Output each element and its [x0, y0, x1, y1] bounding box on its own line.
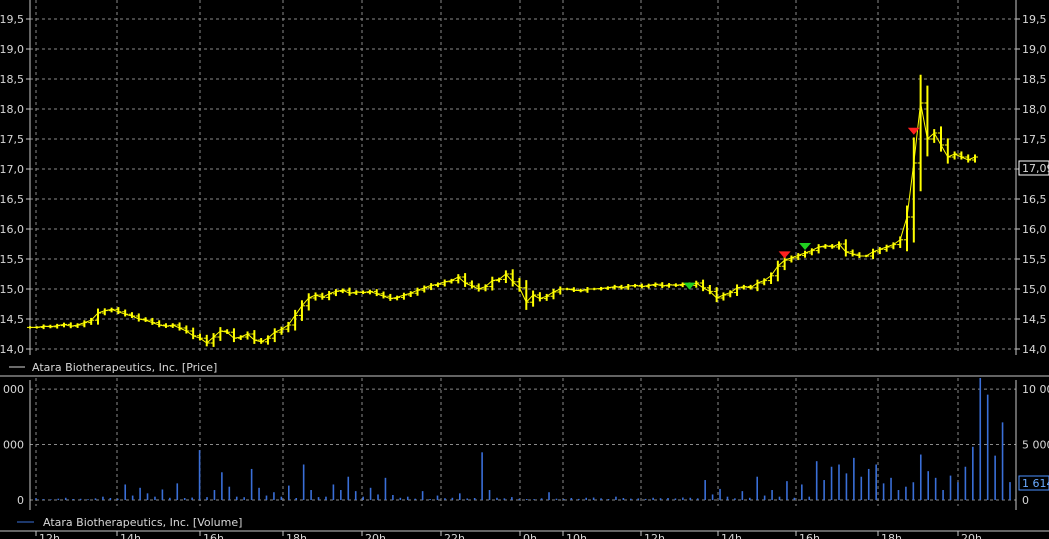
- price-tick-label-right: 14,0: [1022, 343, 1047, 356]
- price-legend: Atara Biotherapeutics, Inc. [Price]: [9, 361, 217, 374]
- x-tick-label: 20h: [365, 532, 386, 539]
- price-tick-label-right: 16,5: [1022, 193, 1047, 206]
- volume-tick-label-left: 5 000: [0, 439, 24, 452]
- price-tick-label-left: 17,5: [0, 133, 24, 146]
- price-last-value: 17,09: [1018, 160, 1049, 176]
- price-grid: [29, 0, 1017, 355]
- x-tick-label: 12h: [39, 532, 60, 539]
- x-tick-label: 0h: [523, 532, 537, 539]
- price-tick-label-right: 19,5: [1022, 13, 1047, 26]
- price-tick-label-left: 14,0: [0, 343, 24, 356]
- x-tick-label: 10h: [566, 532, 587, 539]
- x-tick-label: 18h: [286, 532, 307, 539]
- chart-canvas: 14,0 14,0 14,5 14,5 15,0 15,0 15,5 15,5 16,0 16,0…: [0, 0, 1049, 539]
- volume-last-value: 1 614: [1018, 475, 1049, 491]
- price-tick-label-left: 16,5: [0, 193, 24, 206]
- x-tick-label: 22h: [444, 532, 465, 539]
- price-bars: [27, 74, 978, 347]
- price-legend-label: Atara Biotherapeutics, Inc. [Price]: [32, 361, 217, 374]
- price-markers: [683, 127, 920, 290]
- price-panel: 14,0 14,0 14,5 14,5 15,0 15,0 15,5 15,5 16,0 16,0…: [0, 0, 1049, 356]
- price-tick-label-left: 18,0: [0, 103, 24, 116]
- volume-bars: [35, 378, 1011, 500]
- sell-marker: [778, 251, 791, 259]
- price-tick-label-right: 18,5: [1022, 73, 1047, 86]
- price-last-value-label: 17,09: [1022, 162, 1049, 175]
- price-tick-label-left: 15,5: [0, 253, 24, 266]
- price-tick-label-left: 19,0: [0, 43, 24, 56]
- price-tick-label-right: 17,5: [1022, 133, 1047, 146]
- volume-tick-label-right: 10 000: [1022, 383, 1049, 396]
- volume-legend-label: Atara Biotherapeutics, Inc. [Volume]: [43, 516, 242, 529]
- price-tick-label-left: 14,5: [0, 313, 24, 326]
- x-tick-label: 14h: [120, 532, 141, 539]
- price-y-axis: 14,0 14,0 14,5 14,5 15,0 15,0 15,5 15,5 16,0 16,0…: [0, 13, 1047, 356]
- price-tick-label-left: 15,0: [0, 283, 24, 296]
- price-line: [30, 102, 976, 344]
- volume-tick-label-left: 0: [17, 494, 24, 507]
- volume-panel: 0 0 5 000 5 000 10 000 10 000 1 614: [0, 378, 1049, 510]
- buy-marker: [799, 243, 812, 250]
- volume-tick-label-right: 0: [1022, 494, 1029, 507]
- price-tick-label-right: 15,5: [1022, 253, 1047, 266]
- x-tick-label: 18h: [881, 532, 902, 539]
- sell-marker: [907, 127, 920, 135]
- x-tick-label: 16h: [799, 532, 820, 539]
- price-tick-label-right: 16,0: [1022, 223, 1047, 236]
- price-tick-label-left: 19,5: [0, 13, 24, 26]
- x-tick-label: 16h: [203, 532, 224, 539]
- volume-tick-label-right: 5 000: [1022, 439, 1049, 452]
- volume-last-value-label: 1 614: [1022, 477, 1049, 490]
- x-tick-label: 12h: [644, 532, 665, 539]
- price-tick-label-right: 18,0: [1022, 103, 1047, 116]
- x-tick-label: 20h: [961, 532, 982, 539]
- price-tick-label-right: 15,0: [1022, 283, 1047, 296]
- x-axis: 12h 14h 16h 18h 20h 22h 0h 10h 12h 14h 16h 18h 20h: [35, 531, 982, 539]
- price-tick-label-right: 19,0: [1022, 43, 1047, 56]
- price-tick-label-left: 18,5: [0, 73, 24, 86]
- x-tick-label: 14h: [721, 532, 742, 539]
- price-tick-label-left: 16,0: [0, 223, 24, 236]
- volume-legend: Atara Biotherapeutics, Inc. [Volume]: [17, 516, 242, 529]
- price-tick-label-right: 14,5: [1022, 313, 1047, 326]
- price-tick-label-left: 17,0: [0, 163, 24, 176]
- volume-tick-label-left: 10 000: [0, 383, 24, 396]
